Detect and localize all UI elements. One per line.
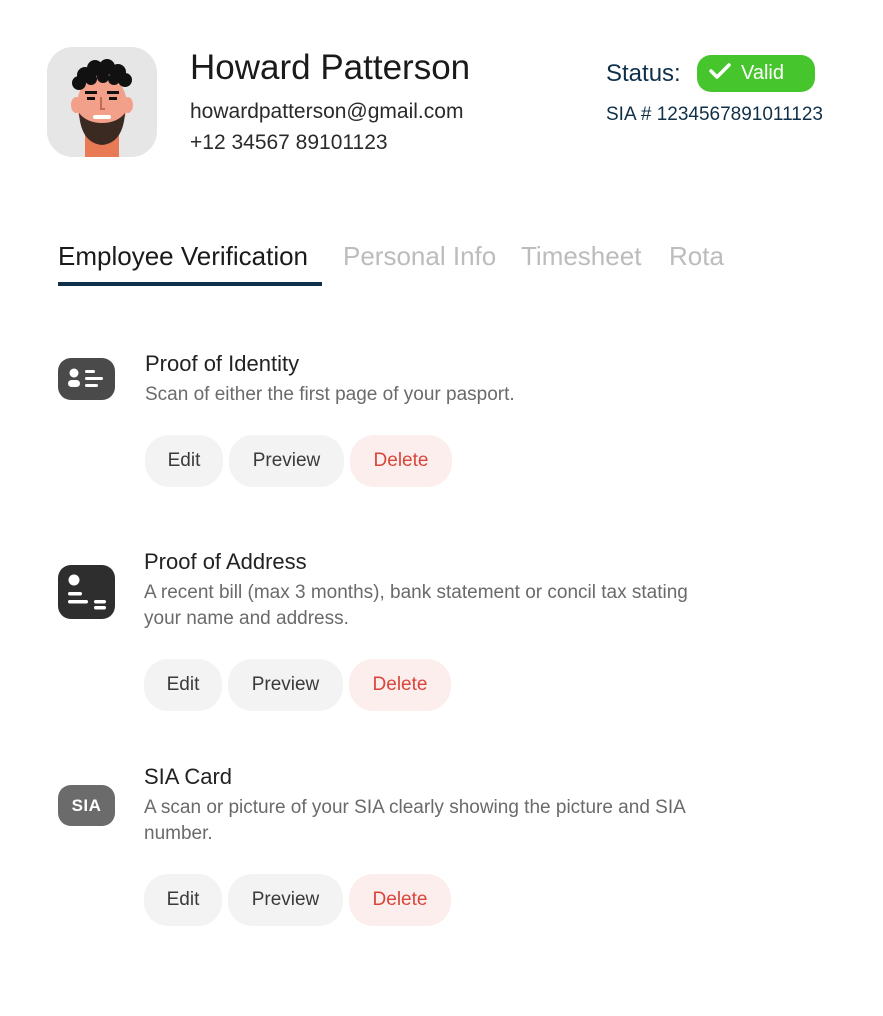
- id-card-icon: [58, 358, 115, 400]
- sia-card-icon: SIA: [58, 785, 115, 826]
- tab-timesheet[interactable]: Timesheet: [521, 241, 641, 272]
- edit-button[interactable]: Edit: [145, 435, 223, 487]
- doc-description-proof-of-address: A recent bill (max 3 months), bank state…: [144, 582, 688, 629]
- doc-description-sia-card: A scan or picture of your SIA clearly sh…: [144, 797, 685, 844]
- profile-phone: +12 34567 89101123: [190, 131, 388, 154]
- address-card-icon: [58, 565, 115, 619]
- avatar: [47, 47, 157, 157]
- status-value: Valid: [741, 62, 784, 84]
- sia-number: SIA # 1234567891011123: [606, 104, 823, 125]
- tab-rota[interactable]: Rota: [669, 241, 724, 272]
- status-badge: Valid: [697, 55, 815, 92]
- doc-title-sia-card: SIA Card: [144, 764, 233, 789]
- delete-button[interactable]: Delete: [349, 659, 451, 711]
- delete-button[interactable]: Delete: [349, 874, 451, 926]
- active-tab-indicator: [58, 282, 322, 286]
- status-label: Status:: [606, 60, 681, 87]
- preview-button[interactable]: Preview: [228, 874, 343, 926]
- user-avatar-illustration: [47, 47, 157, 157]
- profile-email: howardpatterson@gmail.com: [190, 100, 464, 123]
- edit-button[interactable]: Edit: [144, 874, 222, 926]
- sia-icon-text: SIA: [71, 795, 102, 815]
- preview-button[interactable]: Preview: [229, 435, 344, 487]
- check-icon: [709, 62, 731, 86]
- preview-button[interactable]: Preview: [228, 659, 343, 711]
- edit-button[interactable]: Edit: [144, 659, 222, 711]
- doc-description-proof-of-identity: Scan of either the first page of your pa…: [145, 384, 515, 405]
- doc-title-proof-of-identity: Proof of Identity: [145, 351, 300, 376]
- tab-employee-verification[interactable]: Employee Verification: [58, 241, 308, 272]
- delete-button[interactable]: Delete: [350, 435, 452, 487]
- profile-name: Howard Patterson: [190, 48, 471, 87]
- doc-title-proof-of-address: Proof of Address: [144, 549, 307, 574]
- tab-personal-info[interactable]: Personal Info: [343, 241, 496, 272]
